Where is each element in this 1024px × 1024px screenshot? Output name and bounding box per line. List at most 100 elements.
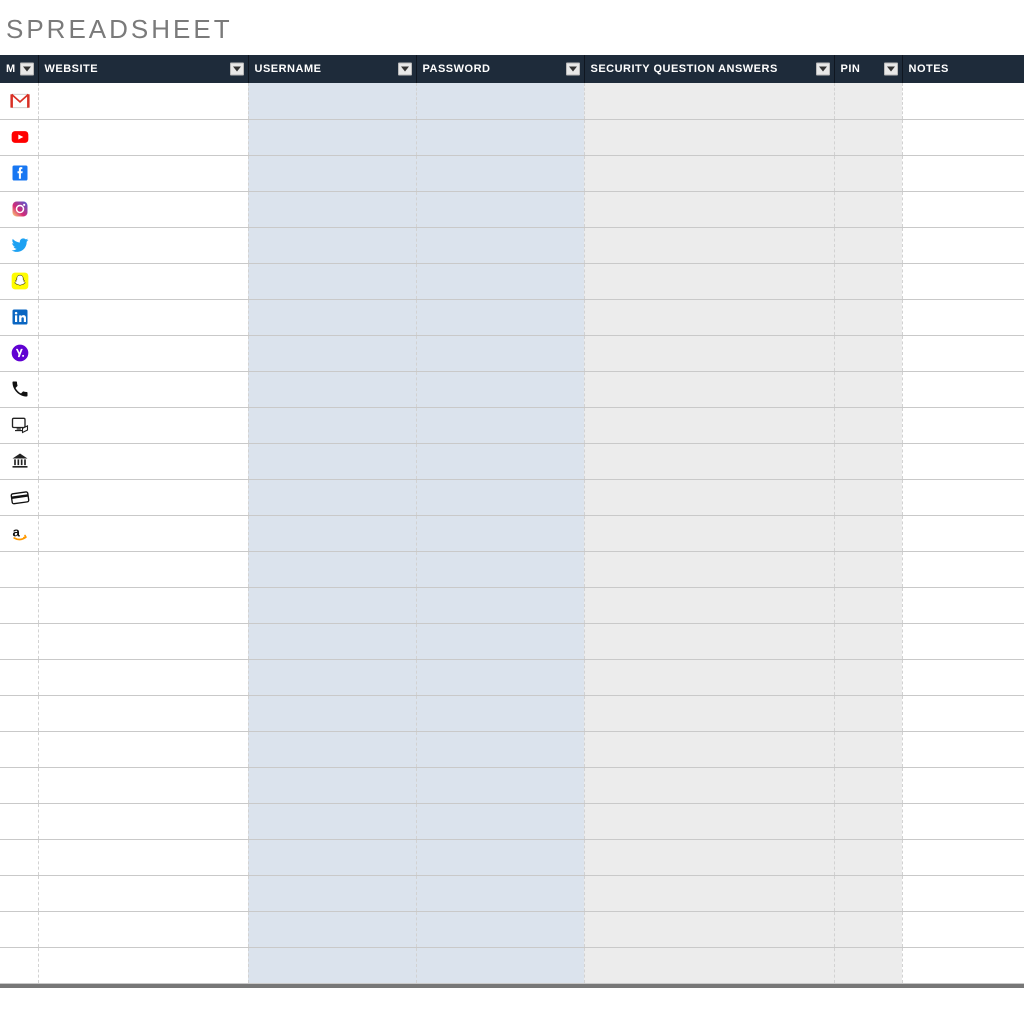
cell-icon[interactable] [0,155,38,191]
cell-website[interactable] [38,659,248,695]
cell-secq[interactable] [584,227,834,263]
cell-secq[interactable] [584,443,834,479]
cell-pin[interactable] [834,767,902,803]
cell-pin[interactable] [834,119,902,155]
cell-icon[interactable] [0,227,38,263]
cell-website[interactable] [38,515,248,551]
cell-username[interactable] [248,911,416,947]
cell-password[interactable] [416,623,584,659]
cell-notes[interactable] [902,119,1024,155]
cell-secq[interactable] [584,731,834,767]
cell-password[interactable] [416,299,584,335]
cell-pin[interactable] [834,587,902,623]
cell-pin[interactable] [834,299,902,335]
cell-pin[interactable] [834,947,902,983]
cell-pin[interactable] [834,695,902,731]
cell-pin[interactable] [834,335,902,371]
cell-icon[interactable] [0,299,38,335]
cell-icon[interactable] [0,551,38,587]
cell-website[interactable] [38,407,248,443]
cell-secq[interactable] [584,479,834,515]
cell-notes[interactable] [902,875,1024,911]
cell-pin[interactable] [834,227,902,263]
cell-website[interactable] [38,551,248,587]
cell-password[interactable] [416,839,584,875]
cell-icon[interactable] [0,515,38,551]
cell-notes[interactable] [902,443,1024,479]
col-header-website[interactable]: WEBSITE [38,55,248,83]
cell-icon[interactable] [0,839,38,875]
cell-pin[interactable] [834,443,902,479]
cell-password[interactable] [416,551,584,587]
cell-website[interactable] [38,875,248,911]
cell-pin[interactable] [834,911,902,947]
col-header-notes[interactable]: NOTES [902,55,1024,83]
cell-notes[interactable] [902,803,1024,839]
cell-icon[interactable] [0,587,38,623]
cell-username[interactable] [248,839,416,875]
cell-password[interactable] [416,911,584,947]
cell-notes[interactable] [902,155,1024,191]
cell-password[interactable] [416,335,584,371]
cell-pin[interactable] [834,659,902,695]
cell-icon[interactable] [0,731,38,767]
cell-secq[interactable] [584,695,834,731]
cell-icon[interactable] [0,695,38,731]
cell-website[interactable] [38,443,248,479]
cell-website[interactable] [38,839,248,875]
cell-username[interactable] [248,803,416,839]
cell-username[interactable] [248,263,416,299]
cell-notes[interactable] [902,911,1024,947]
cell-notes[interactable] [902,227,1024,263]
cell-pin[interactable] [834,623,902,659]
cell-notes[interactable] [902,371,1024,407]
cell-secq[interactable] [584,911,834,947]
cell-website[interactable] [38,479,248,515]
col-header-secq[interactable]: SECURITY QUESTION ANSWERS [584,55,834,83]
cell-website[interactable] [38,263,248,299]
cell-username[interactable] [248,227,416,263]
cell-secq[interactable] [584,767,834,803]
cell-password[interactable] [416,659,584,695]
cell-notes[interactable] [902,263,1024,299]
cell-secq[interactable] [584,335,834,371]
cell-icon[interactable] [0,83,38,119]
cell-password[interactable] [416,731,584,767]
cell-notes[interactable] [902,839,1024,875]
cell-username[interactable] [248,335,416,371]
cell-pin[interactable] [834,803,902,839]
cell-username[interactable] [248,407,416,443]
cell-notes[interactable] [902,587,1024,623]
cell-password[interactable] [416,155,584,191]
cell-password[interactable] [416,119,584,155]
cell-icon[interactable] [0,263,38,299]
cell-password[interactable] [416,803,584,839]
cell-username[interactable] [248,371,416,407]
cell-secq[interactable] [584,371,834,407]
cell-website[interactable] [38,191,248,227]
cell-pin[interactable] [834,479,902,515]
cell-password[interactable] [416,767,584,803]
cell-secq[interactable] [584,947,834,983]
filter-dropdown-icon[interactable] [884,63,898,76]
cell-notes[interactable] [902,731,1024,767]
cell-password[interactable] [416,83,584,119]
cell-secq[interactable] [584,263,834,299]
cell-icon[interactable] [0,767,38,803]
cell-notes[interactable] [902,947,1024,983]
cell-notes[interactable] [902,407,1024,443]
cell-pin[interactable] [834,551,902,587]
cell-pin[interactable] [834,155,902,191]
cell-website[interactable] [38,767,248,803]
cell-icon[interactable] [0,371,38,407]
cell-secq[interactable] [584,155,834,191]
cell-secq[interactable] [584,659,834,695]
cell-username[interactable] [248,767,416,803]
cell-password[interactable] [416,443,584,479]
cell-username[interactable] [248,587,416,623]
cell-pin[interactable] [834,263,902,299]
cell-secq[interactable] [584,407,834,443]
cell-secq[interactable] [584,551,834,587]
cell-username[interactable] [248,947,416,983]
col-header-icon[interactable]: M [0,55,38,83]
